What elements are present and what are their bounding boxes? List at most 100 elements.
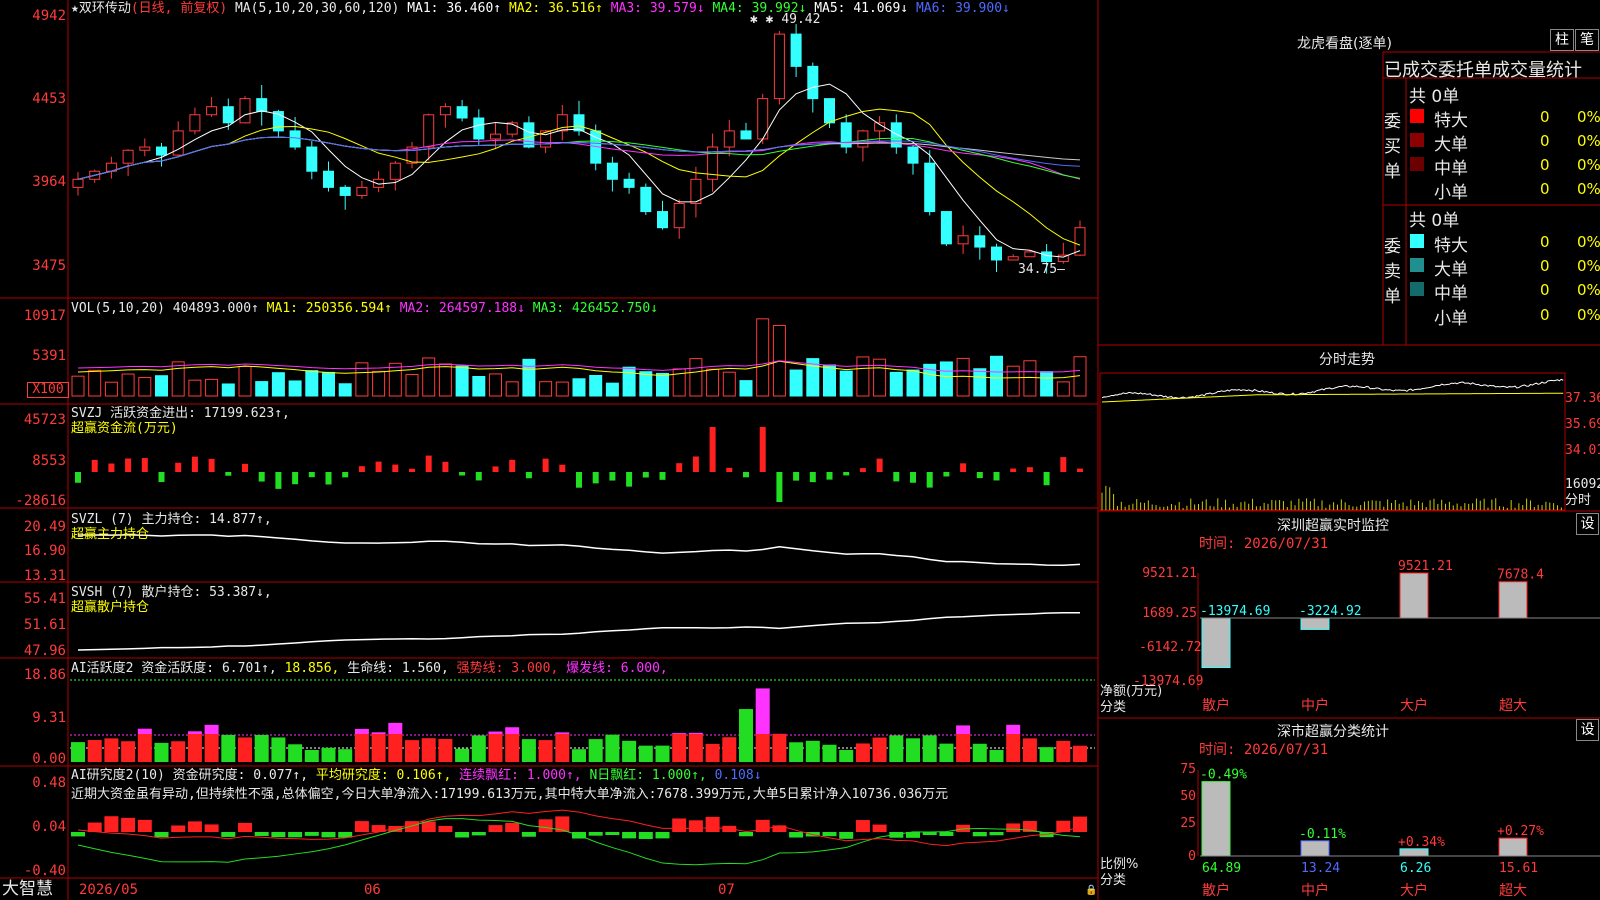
svzj-bar-39 <box>726 467 733 472</box>
sell-total: 共 0单 <box>1409 211 1460 231</box>
vol-ma2: MA2: 264597.188↓ <box>399 301 525 316</box>
lock-icon[interactable]: 🔒 <box>1085 883 1097 898</box>
act-bar-red-22 <box>438 738 453 762</box>
buy-xl-count: 0 <box>1540 108 1550 126</box>
ai-act-v2: 18.856, <box>284 661 340 676</box>
res-bar-28 <box>538 819 553 832</box>
sz-stat-y-4: 0 <box>1188 849 1196 864</box>
res-bar-46 <box>839 832 854 839</box>
svzj-bar-58 <box>1043 472 1050 486</box>
star-icon[interactable]: ★ <box>71 1 79 16</box>
res-bar-12 <box>271 832 286 838</box>
svzj-sub: 超赢资金流(万元) <box>71 421 178 436</box>
candle-body-40 <box>740 130 752 140</box>
svzj-bar-47 <box>859 468 866 472</box>
act-bar-green-0 <box>71 742 85 762</box>
candle-body-58 <box>1041 251 1053 263</box>
act-bar-green-13 <box>288 744 303 762</box>
act-bar-red-17 <box>354 734 369 762</box>
svzl-line <box>77 534 1081 567</box>
res-bar-52 <box>939 832 954 836</box>
vol-bar-8 <box>205 378 219 397</box>
sell-s-pct: 0% <box>1577 306 1600 324</box>
candle-body-3 <box>122 149 134 164</box>
candle-body-33 <box>623 178 635 188</box>
sell-side-label: 委卖单 <box>1384 237 1401 307</box>
vol-bar-10 <box>238 366 252 397</box>
vol-bar-6 <box>171 361 185 397</box>
act-bar-red-47 <box>855 743 870 762</box>
date-label-jun: 06 <box>364 882 381 898</box>
sz-stat-settings-button[interactable]: 设 <box>1576 719 1599 741</box>
act-bar-red-10 <box>238 737 252 762</box>
act-bar-red-41 <box>755 734 770 762</box>
res-bar-5 <box>154 832 169 838</box>
svzj-bar-31 <box>592 472 599 484</box>
sz-stat-y-3: 25 <box>1180 816 1196 831</box>
svzj-bar-11 <box>258 472 265 482</box>
svsh-sub: 超赢散户持仓 <box>71 600 150 615</box>
res-bar-3 <box>121 817 136 832</box>
res-bar-27 <box>521 832 536 837</box>
sz-monitor-value-3: 7678.4 <box>1497 568 1544 583</box>
sz-stat-bar-3 <box>1498 837 1528 857</box>
vol-bar-11 <box>255 381 269 397</box>
sell-l-label: 大单 <box>1434 260 1468 280</box>
candle-body-19 <box>389 162 401 180</box>
act-bar-green-5 <box>154 742 169 762</box>
res-bar-45 <box>822 832 837 837</box>
act-bar-green-43 <box>789 742 804 762</box>
candle-body-24 <box>473 117 485 140</box>
act-bar-red-60 <box>1073 745 1087 762</box>
candle-body-16 <box>339 186 351 196</box>
candle-body-39 <box>723 130 735 148</box>
act-bar-green-52 <box>939 743 954 762</box>
vol-bar-14 <box>305 370 319 397</box>
tick-view-button[interactable]: 笔 <box>1575 29 1599 51</box>
vol-bar-28 <box>539 381 553 397</box>
ai-act-title: AI活跃度2 资金活跃度: 6.701↑, <box>71 661 277 676</box>
sz-stat-x-unit: 分类 <box>1100 873 1127 888</box>
act-bar-red-2 <box>104 738 119 762</box>
candle-body-15 <box>323 170 334 188</box>
svsh-y-label-3: 47.96 <box>23 643 66 659</box>
brand-logo[interactable]: 大智慧 <box>2 880 53 899</box>
act-bar-red-19 <box>388 734 403 762</box>
sz-monitor-y-unit: 净额(万元) <box>1100 684 1163 699</box>
buy-l-count: 0 <box>1540 132 1550 150</box>
period-label[interactable]: (日线, 前复权) <box>131 1 227 16</box>
ma6-value: MA6: 39.900↓ <box>915 1 1010 16</box>
svzj-bar-43 <box>793 472 800 481</box>
act-bar-green-27 <box>521 739 536 762</box>
sz-monitor-time: 时间: 2026/07/31 <box>1199 536 1329 552</box>
high-marker: ✱ ✱ 49.42 <box>750 12 821 27</box>
column-view-button[interactable]: 柱 <box>1550 29 1574 51</box>
act-bar-red-56 <box>1006 734 1021 762</box>
vol-bar-13 <box>288 380 302 397</box>
buy-s-label: 小单 <box>1434 183 1468 203</box>
svzj-bar-30 <box>576 472 582 488</box>
sz-monitor-settings-button[interactable]: 设 <box>1576 513 1599 535</box>
act-bar-green-24 <box>471 735 486 762</box>
res-bar-17 <box>354 821 369 832</box>
svzj-bar-21 <box>425 455 432 472</box>
svzl-y-label-3: 13.31 <box>23 568 66 584</box>
svzj-bar-3 <box>125 458 132 472</box>
candle-body-36 <box>673 202 685 229</box>
act-bar-red-38 <box>705 743 720 762</box>
act-bar-red-53 <box>956 734 971 762</box>
vol-title: VOL(5,10,20) <box>71 301 165 316</box>
vol-bar-55 <box>990 355 1003 397</box>
sz-monitor-y-2: 1689.25 <box>1142 606 1197 621</box>
sell-m-pct: 0% <box>1577 281 1600 299</box>
vol-unit-badge[interactable]: X100 <box>27 382 69 398</box>
res-bar-9 <box>221 832 236 837</box>
act-bar-green-12 <box>271 737 286 762</box>
res-bar-25 <box>488 825 503 832</box>
lhb-title: 龙虎看盘(逐单) <box>1297 36 1392 52</box>
svzl-y-label-1: 20.49 <box>23 519 66 535</box>
kline-chart-area[interactable]: -13974.69 散户 -3224.92 中户 9521.21 大户 7678.4 超大 -0… <box>0 0 1600 900</box>
vol-header: VOL(5,10,20) 404893.000↑ MA1: 250356.594… <box>71 301 658 316</box>
candle-body-51 <box>924 162 936 213</box>
res-bar-13 <box>288 832 303 838</box>
